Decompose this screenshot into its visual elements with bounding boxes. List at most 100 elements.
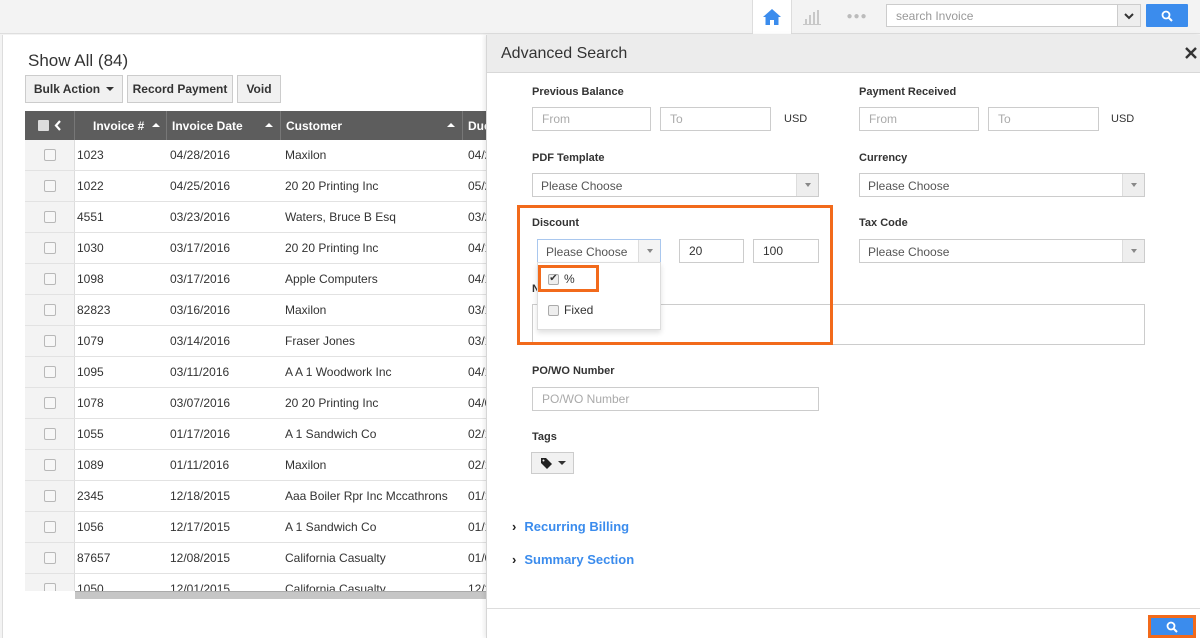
tag-icon <box>540 458 552 469</box>
row-select-cell <box>25 202 75 232</box>
column-header-invoice-date[interactable]: Invoice Date <box>167 111 281 140</box>
tags-label: Tags <box>532 431 557 443</box>
table-row[interactable]: 1030 03/17/2016 20 20 Printing Inc 04/1 <box>25 233 491 264</box>
row-select-cell <box>25 171 75 201</box>
invoice-grid: Invoice # Invoice Date Customer Due 1023… <box>25 111 491 591</box>
invoice-list-panel: Show All (84) Bulk Action Record Payment… <box>2 35 491 638</box>
row-checkbox[interactable] <box>43 211 56 223</box>
invoice-number-cell: 1095 <box>77 365 104 379</box>
table-row[interactable]: 1078 03/07/2016 20 20 Printing Inc 04/0 <box>25 388 491 419</box>
row-select-cell <box>25 481 75 511</box>
invoice-number-cell: 1022 <box>77 179 104 193</box>
column-label: Invoice Date <box>172 118 243 133</box>
row-checkbox[interactable] <box>43 583 56 591</box>
table-row[interactable]: 87657 12/08/2015 California Casualty 01/0 <box>25 543 491 574</box>
close-button[interactable] <box>1183 45 1199 61</box>
table-row[interactable]: 1056 12/17/2015 A 1 Sandwich Co 01/1 <box>25 512 491 543</box>
row-checkbox[interactable] <box>43 428 56 440</box>
page-title: Show All (84) <box>28 51 129 70</box>
row-checkbox[interactable] <box>43 459 56 471</box>
table-row[interactable]: 1089 01/11/2016 Maxilon 02/1 <box>25 450 491 481</box>
column-header-customer[interactable]: Customer <box>281 111 463 140</box>
row-select-cell <box>25 512 75 542</box>
row-checkbox[interactable] <box>43 335 56 347</box>
invoice-number-cell: 1055 <box>77 427 104 441</box>
customer-cell: Maxilon <box>285 303 327 317</box>
payment-received-to-input[interactable] <box>988 107 1099 131</box>
table-row[interactable]: 1050 12/01/2015 California Casualty 12/2 <box>25 574 491 591</box>
invoice-number-cell: 1098 <box>77 272 104 286</box>
row-checkbox[interactable] <box>43 490 56 502</box>
customer-cell: Maxilon <box>285 148 327 162</box>
previous-balance-from-input[interactable] <box>532 107 651 131</box>
horizontal-scrollbar[interactable] <box>75 591 491 599</box>
row-checkbox[interactable] <box>43 242 56 254</box>
table-row[interactable]: 4551 03/23/2016 Waters, Bruce B Esq 03/2 <box>25 202 491 233</box>
row-checkbox[interactable] <box>43 366 56 378</box>
invoice-number-cell: 1030 <box>77 241 104 255</box>
table-row[interactable]: 1055 01/17/2016 A 1 Sandwich Co 02/1 <box>25 419 491 450</box>
customer-cell: California Casualty <box>285 582 386 591</box>
row-select-cell <box>25 326 75 356</box>
invoice-number-cell: 82823 <box>77 303 111 317</box>
previous-balance-unit: USD <box>784 113 808 125</box>
bulk-action-button[interactable]: Bulk Action <box>25 75 123 103</box>
row-checkbox[interactable] <box>43 397 56 409</box>
previous-balance-to-input[interactable] <box>660 107 771 131</box>
po-wo-number-input[interactable] <box>532 387 819 411</box>
advanced-search-title: Advanced Search <box>501 45 628 62</box>
grid-header: Invoice # Invoice Date Customer Due <box>25 111 491 140</box>
search-button[interactable] <box>1146 4 1188 27</box>
customer-cell: 20 20 Printing Inc <box>285 396 379 410</box>
tags-dropdown-button[interactable] <box>531 452 574 474</box>
bulk-action-label: Bulk Action <box>33 82 101 96</box>
more-button[interactable]: ●●● <box>845 9 869 23</box>
invoice-date-cell: 12/01/2015 <box>170 582 231 591</box>
row-checkbox[interactable] <box>43 304 56 316</box>
invoice-number-cell: 1023 <box>77 148 104 162</box>
row-select-cell <box>25 140 75 170</box>
row-checkbox[interactable] <box>43 552 56 564</box>
payment-received-from-input[interactable] <box>859 107 979 131</box>
home-icon <box>763 9 781 25</box>
column-header-invoice[interactable]: Invoice # <box>75 111 167 140</box>
row-checkbox[interactable] <box>43 149 56 161</box>
void-button[interactable]: Void <box>237 75 281 103</box>
table-row[interactable]: 2345 12/18/2015 Aaa Boiler Rpr Inc Mccathr… <box>25 481 491 512</box>
chevron-left-icon[interactable] <box>54 120 62 131</box>
invoice-date-cell: 12/08/2015 <box>170 551 231 565</box>
row-checkbox[interactable] <box>43 180 56 192</box>
summary-section[interactable]: › Summary Section <box>512 552 634 567</box>
invoice-date-cell: 04/28/2016 <box>170 148 231 162</box>
search-dropdown-button[interactable] <box>1117 4 1141 27</box>
invoice-date-cell: 03/14/2016 <box>170 334 231 348</box>
currency-select[interactable]: Please Choose <box>859 173 1145 197</box>
record-payment-button[interactable]: Record Payment <box>127 75 233 103</box>
recurring-billing-section[interactable]: › Recurring Billing <box>512 519 629 534</box>
invoice-date-cell: 03/07/2016 <box>170 396 231 410</box>
chart-icon <box>803 10 821 25</box>
select-all-checkbox[interactable] <box>37 120 49 131</box>
search-input[interactable] <box>886 4 1118 27</box>
tax-code-select[interactable]: Please Choose <box>859 239 1145 263</box>
customer-cell: Apple Computers <box>285 272 378 286</box>
advanced-search-submit-button[interactable] <box>1148 615 1196 638</box>
row-select-cell <box>25 419 75 449</box>
invoice-date-cell: 03/17/2016 <box>170 272 231 286</box>
table-row[interactable]: 1095 03/11/2016 A A 1 Woodwork Inc 04/1 <box>25 357 491 388</box>
table-row[interactable]: 1023 04/28/2016 Maxilon 04/2 <box>25 140 491 171</box>
table-row[interactable]: 1079 03/14/2016 Fraser Jones 03/1 <box>25 326 491 357</box>
home-button[interactable] <box>752 0 792 34</box>
reports-button[interactable] <box>800 6 824 28</box>
table-row[interactable]: 1098 03/17/2016 Apple Computers 04/1 <box>25 264 491 295</box>
row-checkbox[interactable] <box>43 521 56 533</box>
customer-cell: Fraser Jones <box>285 334 356 348</box>
chevron-right-icon: › <box>512 519 517 534</box>
table-row[interactable]: 1022 04/25/2016 20 20 Printing Inc 05/2 <box>25 171 491 202</box>
previous-balance-label: Previous Balance <box>532 86 624 98</box>
row-checkbox[interactable] <box>43 273 56 285</box>
customer-cell: California Casualty <box>285 551 386 565</box>
pdf-template-select[interactable]: Please Choose <box>532 173 819 197</box>
table-row[interactable]: 82823 03/16/2016 Maxilon 03/1 <box>25 295 491 326</box>
close-icon <box>1185 47 1197 59</box>
